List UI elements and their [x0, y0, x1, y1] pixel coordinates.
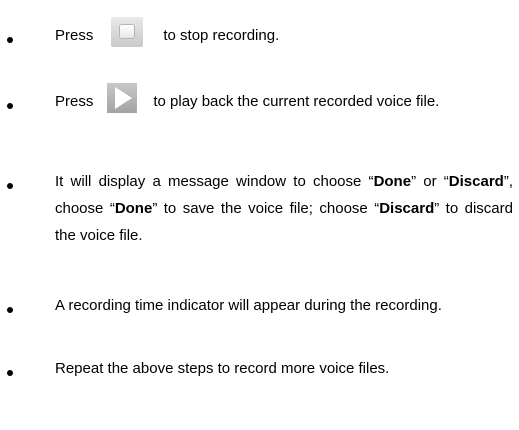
text-fragment: It will display a message window to choo… [55, 173, 374, 190]
bullet [7, 103, 13, 109]
done-emphasis: Done [114, 200, 153, 217]
stop-button-icon [111, 17, 144, 48]
bullet [7, 307, 13, 313]
discard-emphasis: Discard [379, 200, 435, 217]
discard-emphasis: Discard [448, 173, 504, 190]
list-item-text: Press to stop recording. [55, 17, 513, 49]
press-label: Press [55, 93, 94, 110]
text-fragment: ” or “ [411, 173, 449, 190]
play-instruction: to play back the current recorded voice … [153, 93, 440, 110]
list-item-text: Repeat the above steps to record more vo… [55, 360, 390, 377]
bullet [7, 370, 13, 376]
text-fragment: ” to save the voice file; choose “ [152, 200, 380, 217]
play-button-icon [107, 83, 138, 114]
done-emphasis: Done [373, 173, 412, 190]
document-page: Press to stop recording. Press to play bac… [0, 0, 519, 430]
press-label: Press [55, 27, 94, 44]
list-item-text: Press to play back the current recorded v… [55, 83, 513, 115]
bullet [7, 37, 13, 43]
list-item-text: A recording time indicator will appear d… [55, 297, 442, 314]
list-item-text: It will display a message window to choo… [55, 168, 513, 249]
stop-instruction: to stop recording. [163, 27, 280, 44]
bullet [7, 183, 13, 189]
